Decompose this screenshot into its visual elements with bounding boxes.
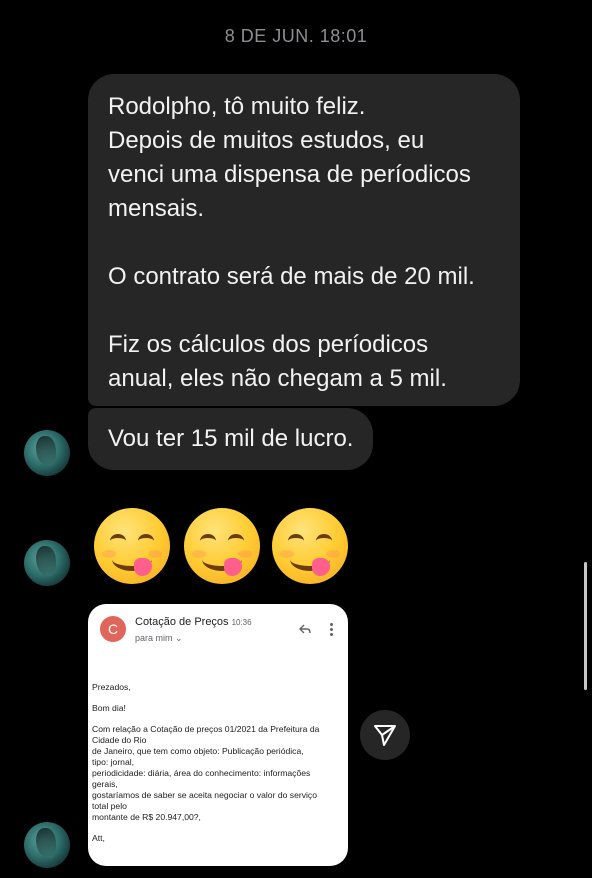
message-line: O contrato será de mais de 20 mil. — [108, 263, 475, 290]
yum-emoji-icon[interactable] — [272, 508, 348, 584]
message-timestamp: 8 DE JUN. 18:01 — [224, 26, 368, 46]
message-bubble-main[interactable]: Rodolpho, tô muito feliz. Depois de muit… — [88, 74, 520, 406]
reply-icon — [299, 624, 311, 634]
email-screenshot-image[interactable]: C Cotação de Preços 10:36 para mim ⌄ Prez… — [88, 604, 348, 866]
email-time: 10:36 — [231, 618, 252, 627]
yum-emoji-icon[interactable] — [94, 508, 170, 584]
share-button[interactable] — [360, 710, 410, 760]
email-body-paragraph: Att, — [92, 833, 105, 843]
sender-avatar[interactable] — [24, 540, 70, 586]
email-recipient-text: para mim — [135, 633, 173, 643]
share-icon — [374, 725, 396, 746]
sender-avatar[interactable] — [24, 822, 70, 868]
email-body: Prezados, Bom dia! Com relação a Cotação… — [92, 682, 344, 854]
message-line: Depois de muitos estudos, eu venci uma d… — [108, 127, 471, 222]
scrollbar-thumb[interactable] — [584, 562, 587, 690]
message-line: Rodolpho, tô muito feliz. — [108, 93, 366, 120]
email-body-paragraph: Prezados, — [92, 682, 131, 692]
message-line: Fiz os cálculos dos períodicos anual, el… — [108, 331, 447, 392]
email-subject: Cotação de Preços 10:36 — [135, 616, 252, 628]
chevron-down-icon: ⌄ — [175, 633, 183, 643]
more-vert-icon — [328, 622, 334, 638]
email-body-paragraph: Com relação a Cotação de preços 01/2021 … — [92, 724, 320, 822]
email-subject-text: Cotação de Preços — [135, 616, 229, 628]
sender-avatar[interactable] — [24, 430, 70, 476]
email-recipient: para mim ⌄ — [135, 633, 183, 644]
email-sender-avatar: C — [100, 616, 126, 642]
email-header: C Cotação de Preços 10:36 para mim ⌄ — [88, 604, 348, 660]
message-bubble-second[interactable]: Vou ter 15 mil de lucro. — [88, 408, 374, 470]
email-body-paragraph: Bom dia! — [92, 703, 126, 713]
yum-emoji-icon[interactable] — [184, 508, 260, 584]
